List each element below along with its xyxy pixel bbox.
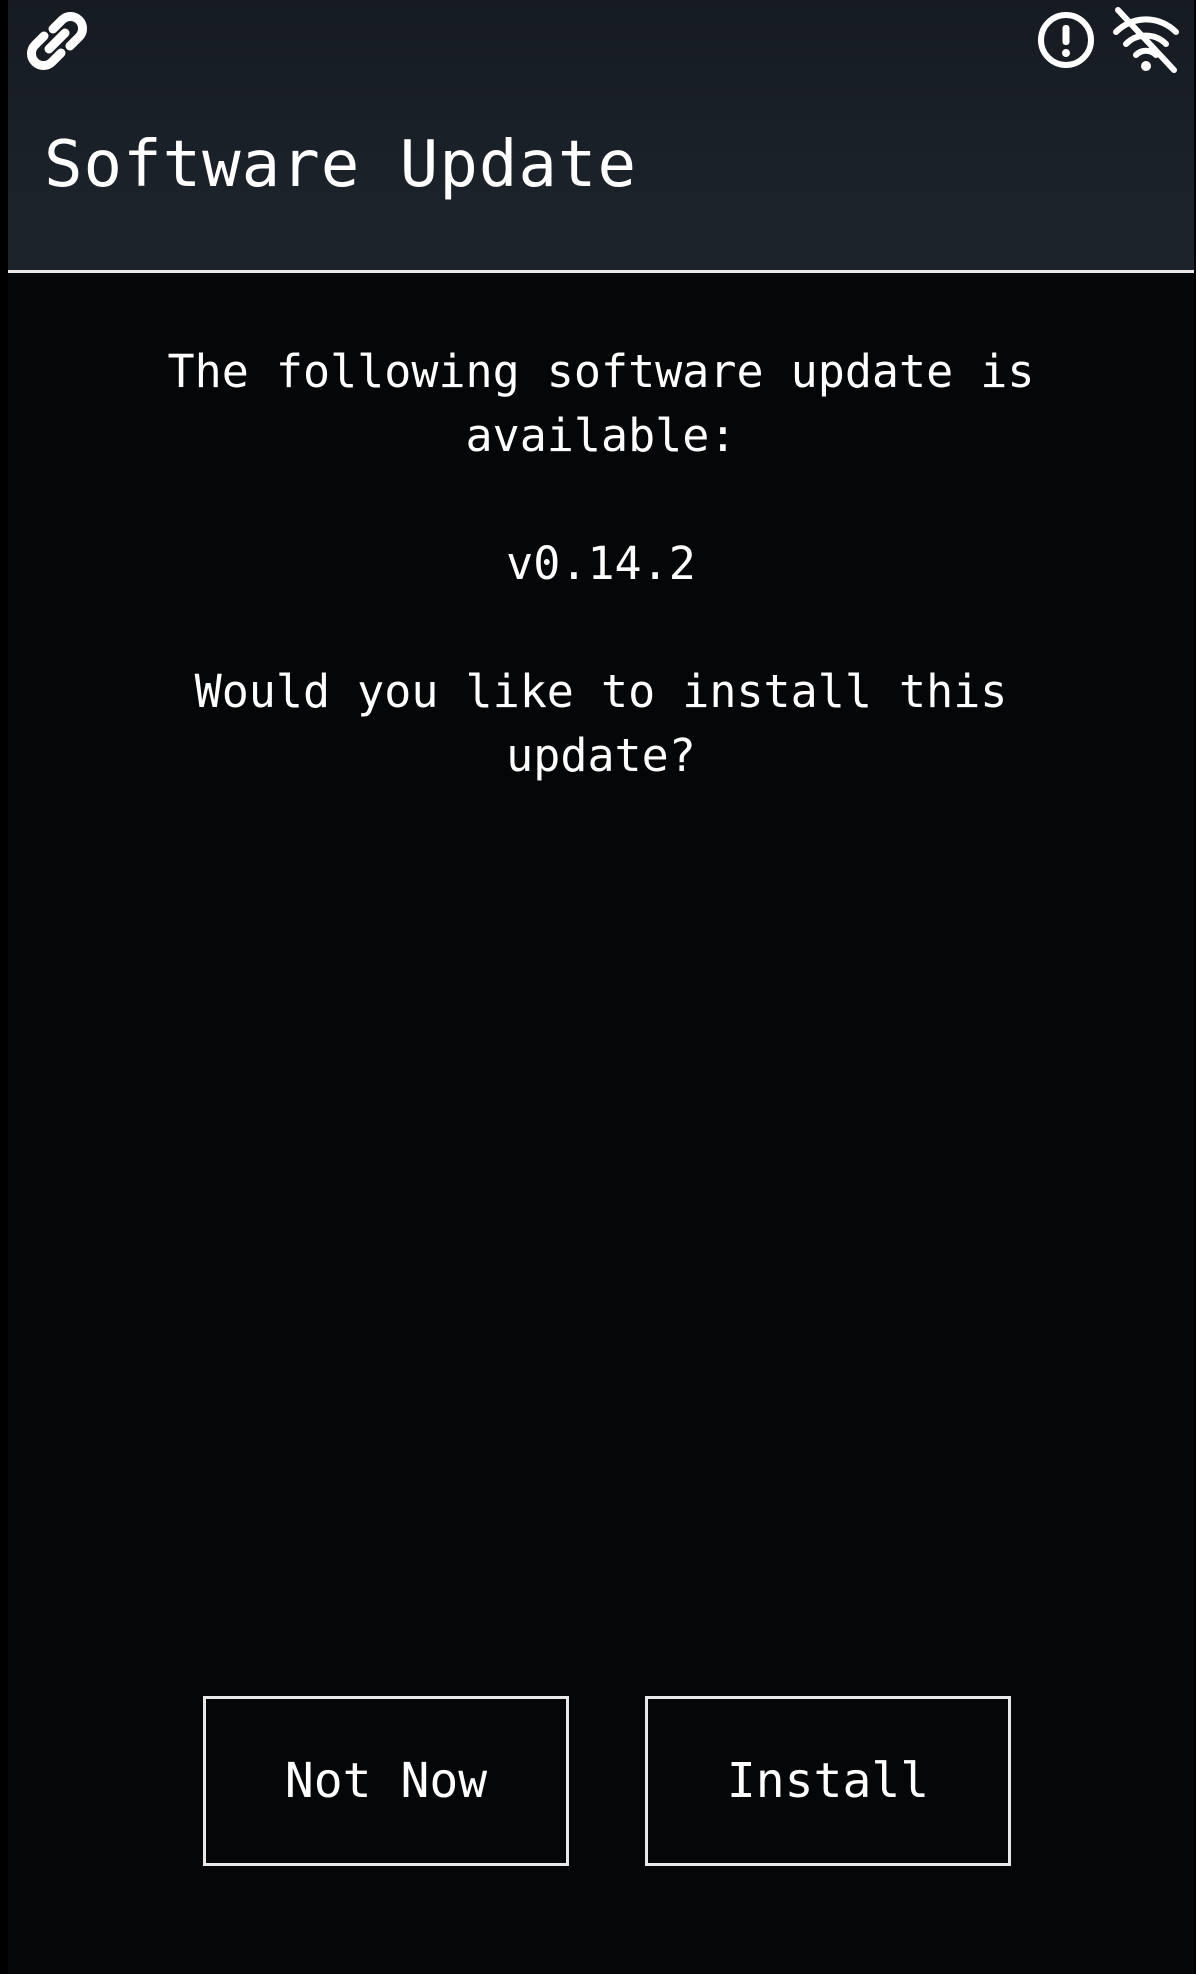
install-question: Would you like to install this update? (194, 665, 1008, 782)
install-button[interactable]: Install (645, 1696, 1011, 1866)
link-icon (22, 6, 92, 76)
update-message-area: The following software update is availab… (8, 340, 1194, 788)
not-now-button[interactable]: Not Now (203, 1696, 569, 1866)
header-bar: Software Update (8, 0, 1194, 273)
version-label: v0.14.2 (506, 537, 696, 590)
software-update-screen: Software Update The following software u… (8, 0, 1194, 1974)
status-icons (1034, 4, 1184, 76)
update-available-message: The following software update is availab… (167, 345, 1035, 462)
alert-circle-icon (1034, 8, 1098, 72)
wifi-off-icon (1108, 4, 1184, 76)
page-title: Software Update (44, 128, 637, 202)
not-now-label: Not Now (284, 1753, 488, 1809)
install-label: Install (726, 1753, 930, 1809)
